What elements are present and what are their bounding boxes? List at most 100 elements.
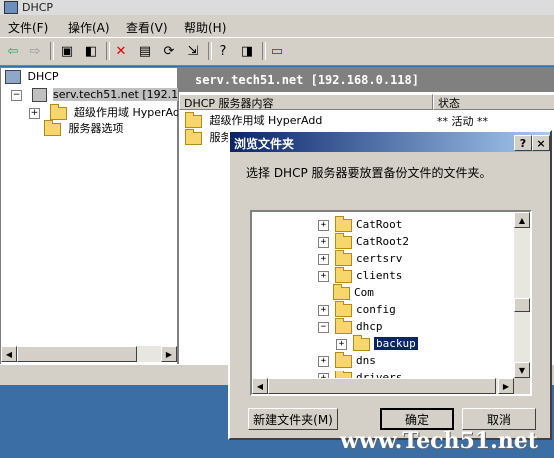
- scroll-left-icon[interactable]: ◀: [252, 378, 268, 394]
- folder-label: dhcp: [356, 320, 383, 333]
- tree-server-label: serv.tech51.net [192.1: [53, 88, 179, 101]
- column-header-content[interactable]: DHCP 服务器内容: [179, 94, 433, 110]
- show-tree-icon[interactable]: ◧: [82, 42, 100, 60]
- properties-icon[interactable]: ▤: [136, 42, 154, 60]
- collapse-icon[interactable]: −: [318, 321, 329, 333]
- toolbar: ⇦ ⇨ ▣ ◧ ✕ ▤ ⟳ ⇲ ? ◨ ▭: [0, 38, 554, 66]
- folder-icon: [44, 119, 61, 136]
- menu-file[interactable]: 文件(F): [8, 19, 48, 36]
- toolbar-separator: [208, 42, 212, 60]
- folder-label: dns: [356, 354, 376, 367]
- title-bar: DHCP: [0, 0, 554, 15]
- menu-help[interactable]: 帮助(H): [184, 19, 226, 36]
- details-header-title: serv.tech51.net [192.168.0.118]: [195, 73, 419, 87]
- scroll-right-icon[interactable]: ▶: [161, 346, 177, 362]
- folder-open-icon: [335, 317, 352, 334]
- expand-icon[interactable]: +: [318, 253, 329, 265]
- ok-button[interactable]: 确定: [380, 408, 454, 430]
- scroll-up-icon[interactable]: ▲: [514, 212, 530, 228]
- folder-item[interactable]: + certsrv: [318, 249, 403, 269]
- expand-icon[interactable]: +: [29, 107, 40, 119]
- tree-item-server[interactable]: − serv.tech51.net [192.1: [11, 88, 179, 104]
- toolbar-separator: [50, 42, 54, 60]
- tree-item-server-options[interactable]: 服务器选项: [44, 119, 124, 136]
- forward-icon[interactable]: ⇨: [26, 42, 44, 60]
- refresh-icon[interactable]: ⟳: [160, 42, 178, 60]
- expand-icon[interactable]: +: [318, 270, 329, 282]
- up-folder-icon[interactable]: ▣: [58, 42, 76, 60]
- export-list-icon[interactable]: ⇲: [184, 42, 202, 60]
- folder-label: CatRoot: [356, 218, 403, 231]
- expand-icon[interactable]: +: [318, 219, 329, 231]
- folder-item[interactable]: + CatRoot2: [318, 232, 409, 252]
- browse-folder-dialog: 浏览文件夹 ? × 选择 DHCP 服务器要放置备份文件的文件夹。 + CatRo…: [228, 130, 552, 440]
- dhcp-icon: [5, 70, 21, 84]
- folder-tree[interactable]: + CatRoot + CatRoot2 + certsrv + clients Com…: [250, 210, 532, 396]
- folder-vertical-scrollbar[interactable]: ▲ ▼: [514, 212, 530, 378]
- folder-item-selected[interactable]: + backup: [336, 334, 419, 354]
- dialog-title: 浏览文件夹: [234, 137, 295, 151]
- tree-pane[interactable]: DHCP − serv.tech51.net [192.1 + 超级作用域 Hy…: [0, 67, 180, 365]
- close-button[interactable]: ×: [532, 135, 550, 151]
- folder-icon: [335, 351, 352, 368]
- list-item-name: 超级作用域 HyperAdd: [209, 114, 323, 127]
- list-item-status: ** 活动 **: [437, 115, 488, 128]
- folder-icon: [185, 128, 202, 145]
- window-title: DHCP: [22, 1, 54, 14]
- column-header-status[interactable]: 状态: [433, 94, 554, 110]
- dialog-title-bar[interactable]: 浏览文件夹 ? ×: [230, 132, 550, 152]
- folder-horizontal-scrollbar[interactable]: ◀ ▶: [252, 378, 514, 394]
- scroll-down-icon[interactable]: ▼: [514, 362, 530, 378]
- menu-view[interactable]: 查看(V): [126, 19, 168, 36]
- tree-server-options-label: 服务器选项: [68, 122, 124, 135]
- server-icon: [31, 88, 47, 102]
- folder-label: clients: [356, 269, 403, 282]
- dhcp-app-icon: [4, 1, 18, 14]
- folder-icon: [335, 215, 352, 232]
- tree-item-root[interactable]: DHCP: [5, 70, 59, 86]
- expand-icon[interactable]: +: [336, 338, 347, 350]
- folder-label: Com: [354, 286, 374, 299]
- folder-label: backup: [373, 336, 419, 351]
- folder-label: certsrv: [356, 252, 403, 265]
- back-icon[interactable]: ⇦: [4, 42, 22, 60]
- scroll-thumb[interactable]: [514, 298, 530, 312]
- watermark: www.Tech51.net: [340, 428, 538, 454]
- tree-superscope-label: 超级作用域 HyperAd: [74, 106, 180, 119]
- dialog-instruction: 选择 DHCP 服务器要放置备份文件的文件夹。: [246, 166, 492, 180]
- details-header: serv.tech51.net [192.168.0.118]: [179, 68, 554, 92]
- folder-icon: [49, 103, 67, 120]
- collapse-icon[interactable]: −: [11, 89, 22, 101]
- monitor-icon[interactable]: ▭: [268, 42, 286, 60]
- cancel-button[interactable]: 取消: [462, 408, 536, 430]
- folder-item[interactable]: + CatRoot: [318, 215, 403, 235]
- folder-icon: [335, 232, 352, 249]
- expand-icon[interactable]: +: [318, 236, 329, 248]
- folder-item[interactable]: + config: [318, 300, 396, 320]
- list-item[interactable]: 超级作用域 HyperAdd: [185, 111, 323, 128]
- folder-icon: [335, 249, 352, 266]
- folder-icon: [185, 111, 202, 128]
- folder-item[interactable]: + clients: [318, 266, 403, 286]
- expand-icon[interactable]: +: [318, 355, 329, 367]
- expand-icon[interactable]: +: [318, 304, 329, 316]
- folder-item[interactable]: − dhcp: [318, 317, 383, 337]
- scroll-right-icon[interactable]: ▶: [498, 378, 514, 394]
- folder-icon: [335, 300, 352, 317]
- delete-icon[interactable]: ✕: [112, 42, 130, 60]
- folder-label: config: [356, 303, 396, 316]
- folder-icon: [353, 334, 370, 351]
- scroll-left-icon[interactable]: ◀: [1, 346, 17, 362]
- folder-item[interactable]: + dns: [318, 351, 376, 371]
- folder-label: CatRoot2: [356, 235, 409, 248]
- scroll-thumb[interactable]: [17, 346, 137, 362]
- folder-icon: [333, 283, 350, 300]
- console-icon[interactable]: ◨: [238, 42, 256, 60]
- help-icon[interactable]: ?: [214, 42, 232, 60]
- menu-action[interactable]: 操作(A): [68, 19, 110, 36]
- help-button[interactable]: ?: [514, 135, 532, 151]
- scroll-thumb[interactable]: [268, 378, 496, 394]
- new-folder-button[interactable]: 新建文件夹(M): [248, 408, 338, 430]
- tree-item-superscope[interactable]: + 超级作用域 HyperAd: [29, 103, 180, 120]
- tree-horizontal-scrollbar[interactable]: ◀ ▶: [1, 346, 177, 362]
